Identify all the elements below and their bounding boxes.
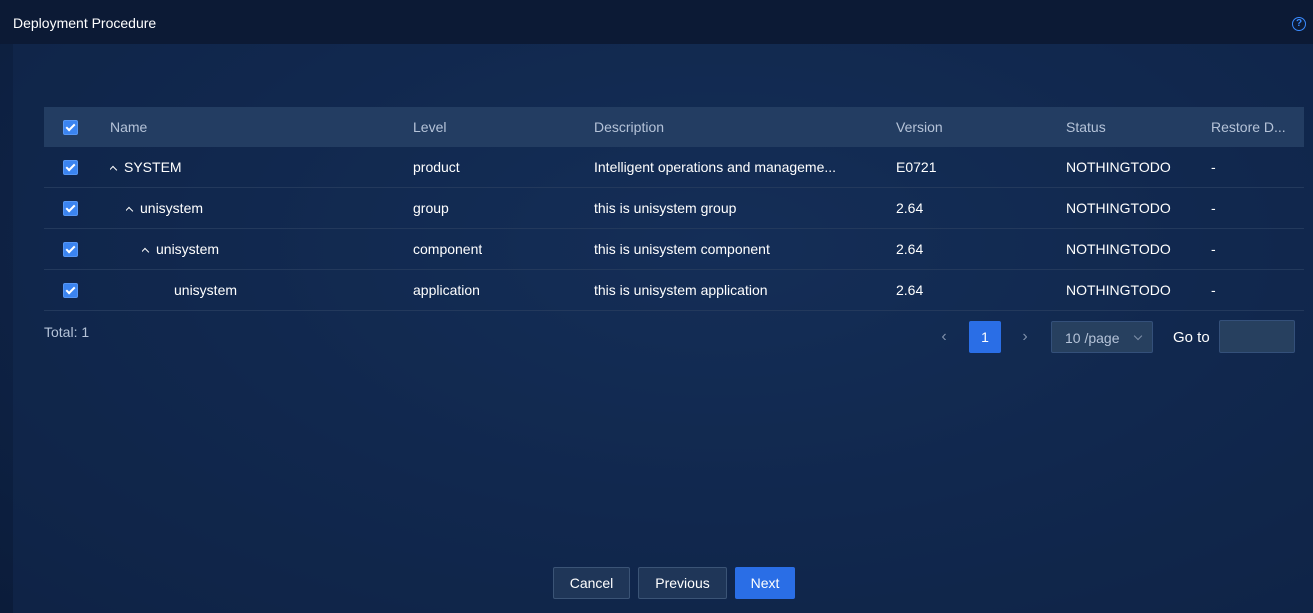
row-status: NOTHINGTODO <box>1066 282 1171 298</box>
row-version: E0721 <box>896 159 937 175</box>
row-name: unisystem <box>140 200 204 216</box>
row-level: component <box>413 241 483 257</box>
row-checkbox[interactable] <box>63 283 78 298</box>
collapse-caret-icon[interactable] <box>142 247 150 257</box>
collapse-caret-icon[interactable] <box>110 165 118 175</box>
help-icon[interactable]: ? <box>1292 17 1306 31</box>
row-checkbox[interactable] <box>63 201 78 216</box>
page-button-current[interactable]: 1 <box>969 321 1001 353</box>
collapse-caret-icon[interactable] <box>126 206 134 216</box>
table-row[interactable]: SYSTEM product Intelligent operations an… <box>44 147 1304 188</box>
next-page-icon[interactable]: › <box>1019 328 1031 346</box>
page-size-select[interactable]: 10 /page <box>1051 321 1153 353</box>
row-level: product <box>413 159 460 175</box>
row-description: this is unisystem application <box>594 282 768 298</box>
column-header-version[interactable]: Version <box>896 107 943 147</box>
select-all-checkbox[interactable] <box>63 120 78 135</box>
table-row[interactable]: unisystem group this is unisystem group … <box>44 188 1304 229</box>
row-status: NOTHINGTODO <box>1066 200 1171 216</box>
row-version: 2.64 <box>896 241 924 257</box>
row-level: group <box>413 200 449 216</box>
table-row[interactable]: unisystem application this is unisystem … <box>44 270 1304 311</box>
row-name: unisystem <box>156 241 220 257</box>
table-header: Name Level Description Version Status Re… <box>44 107 1304 147</box>
row-checkbox[interactable] <box>63 160 78 175</box>
row-version: 2.64 <box>896 200 924 216</box>
row-name-cell: unisystem <box>126 188 203 228</box>
column-header-status[interactable]: Status <box>1066 107 1106 147</box>
row-status: NOTHINGTODO <box>1066 241 1171 257</box>
column-header-name[interactable]: Name <box>110 107 147 147</box>
row-name-cell: unisystem <box>142 229 219 269</box>
chevron-down-icon <box>1133 331 1143 341</box>
row-restore: - <box>1211 159 1216 175</box>
total-count: Total: 1 <box>44 324 90 340</box>
title-bar: Deployment Procedure ? <box>0 0 1313 44</box>
row-description: this is unisystem group <box>594 200 737 216</box>
row-restore: - <box>1211 282 1216 298</box>
row-name: SYSTEM <box>124 159 182 175</box>
column-header-level[interactable]: Level <box>413 107 446 147</box>
row-name-cell: SYSTEM <box>110 147 182 187</box>
cancel-button[interactable]: Cancel <box>553 567 630 599</box>
page-size-value: 10 /page <box>1065 330 1120 346</box>
column-header-description[interactable]: Description <box>594 107 664 147</box>
row-version: 2.64 <box>896 282 924 298</box>
row-restore: - <box>1211 241 1216 257</box>
row-description: Intelligent operations and manageme... <box>594 159 837 175</box>
row-description: this is unisystem component <box>594 241 770 257</box>
row-level: application <box>413 282 480 298</box>
goto-label: Go to <box>1173 329 1210 346</box>
dialog-title: Deployment Procedure <box>13 15 157 31</box>
components-table: Name Level Description Version Status Re… <box>44 107 1304 311</box>
next-button[interactable]: Next <box>735 567 795 599</box>
row-checkbox[interactable] <box>63 242 78 257</box>
prev-page-icon[interactable]: ‹ <box>938 328 950 346</box>
table-row[interactable]: unisystem component this is unisystem co… <box>44 229 1304 270</box>
row-restore: - <box>1211 200 1216 216</box>
goto-page-input[interactable] <box>1219 320 1295 353</box>
row-status: NOTHINGTODO <box>1066 159 1171 175</box>
previous-button[interactable]: Previous <box>638 567 727 599</box>
row-name: unisystem <box>174 282 238 298</box>
column-header-restore[interactable]: Restore D... <box>1211 107 1301 147</box>
